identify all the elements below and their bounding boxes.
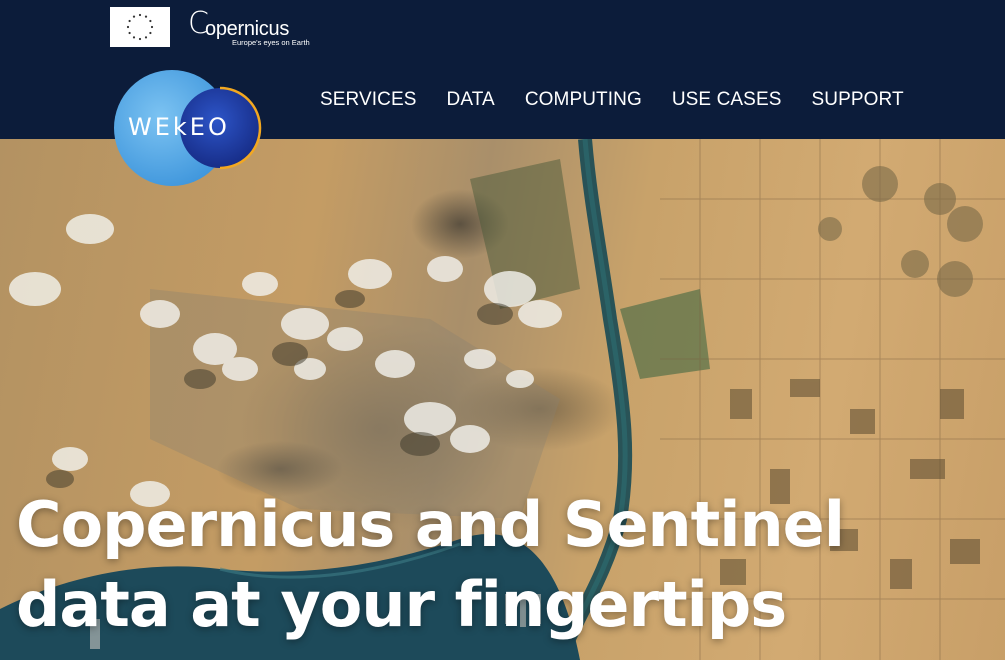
- eu-flag-icon[interactable]: [110, 7, 170, 47]
- nav-item-use-cases[interactable]: USE CASES: [672, 86, 782, 114]
- wekeo-logo[interactable]: WEkEO: [108, 70, 262, 187]
- hero-banner: Copernicus and Sentinel data at your fin…: [0, 139, 1005, 660]
- nav-item-computing[interactable]: COMPUTING: [525, 86, 642, 114]
- nav-item-data[interactable]: DATA: [447, 86, 495, 114]
- hero-title: Copernicus and Sentinel data at your fin…: [16, 488, 845, 641]
- wekeo-logo-text: WEkEO: [128, 113, 230, 141]
- eu-flag-stars: [126, 13, 154, 41]
- nav-item-support[interactable]: SUPPORT: [812, 86, 904, 114]
- copernicus-tagline: Europe's eyes on Earth: [232, 38, 310, 47]
- copernicus-logo[interactable]: C opernicus Europe's eyes on Earth: [188, 5, 310, 49]
- main-nav: SERVICES DATA COMPUTING USE CASES SUPPOR…: [320, 86, 904, 114]
- nav-item-services[interactable]: SERVICES: [320, 86, 417, 114]
